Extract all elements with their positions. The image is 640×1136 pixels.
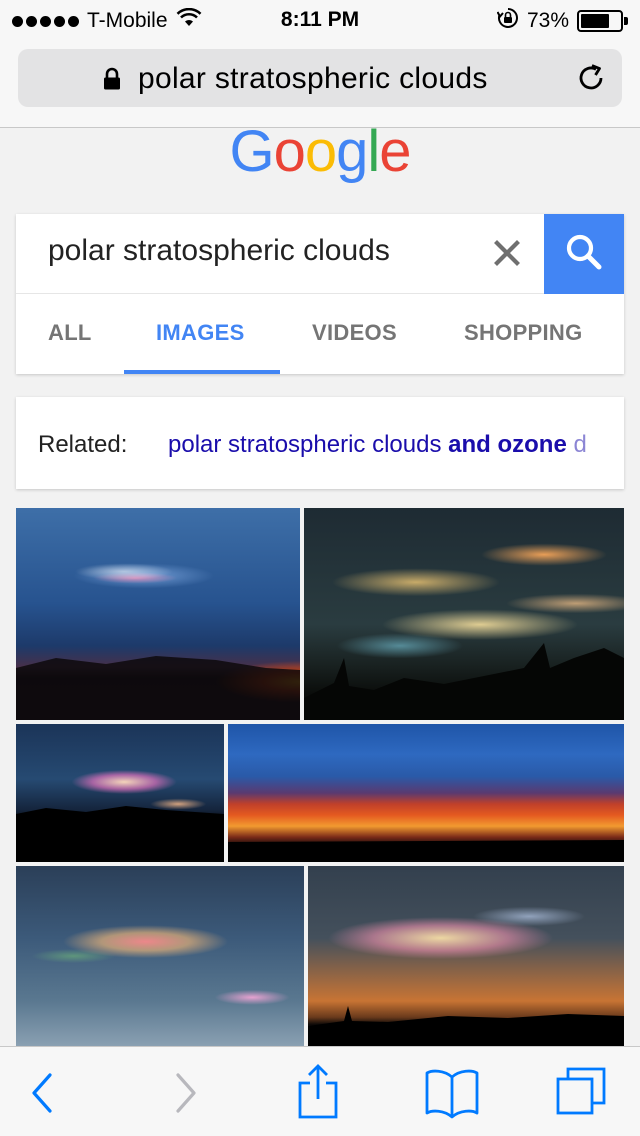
tab-all[interactable]: ALL [48,320,92,346]
status-right: 73% [496,7,628,35]
logo-letter: o [273,119,306,184]
share-icon[interactable] [296,1063,340,1124]
tabs-icon[interactable] [554,1065,610,1126]
related-card: Related: polar stratospheric clouds and … [16,397,624,489]
logo-letter: G [229,119,274,184]
status-bar: T-Mobile 8:11 PM 73% [0,0,640,40]
address-field[interactable]: polar stratospheric clouds [18,49,622,107]
image-result-3[interactable] [16,724,224,862]
rotation-lock-icon [496,7,519,35]
active-tab-indicator [124,370,280,374]
reload-icon[interactable] [576,63,606,98]
tab-shopping[interactable]: SHOPPING [464,320,583,346]
search-input[interactable]: polar stratospheric clouds [48,234,390,268]
search-tabs: ALL IMAGES VIDEOS SHOPPING [16,294,624,374]
logo-letter: o [304,119,337,184]
lock-icon [102,67,122,96]
image-result-6[interactable] [308,866,624,1046]
google-logo[interactable]: Google [0,118,640,184]
battery-percent: 73% [526,9,569,32]
related-label: Related: [38,431,128,458]
related-search-link[interactable]: polar stratospheric clouds and ozone d [168,431,587,459]
image-result-5[interactable] [16,866,304,1046]
logo-letter: l [367,119,380,184]
tab-videos[interactable]: VIDEOS [312,320,397,346]
url-bar-area: polar stratospheric clouds [0,40,640,128]
address-text: polar stratospheric clouds [138,62,488,95]
image-result-4[interactable] [228,724,624,862]
search-row: polar stratospheric clouds [16,214,624,294]
clear-icon[interactable] [492,238,522,273]
logo-letter: g [336,119,368,184]
search-card: polar stratospheric clouds ALL IMAGES VI… [16,214,624,374]
back-icon[interactable] [26,1071,60,1120]
related-link-bold: and ozone [448,431,567,458]
tab-images[interactable]: IMAGES [156,320,245,346]
forward-icon[interactable] [168,1071,202,1120]
image-result-2[interactable] [304,508,624,720]
search-icon [564,232,604,277]
bookmarks-icon[interactable] [424,1067,480,1124]
related-fade [584,397,624,489]
battery-icon [577,10,628,32]
search-button[interactable] [544,214,624,294]
bottom-toolbar [0,1046,640,1136]
related-link-prefix: polar stratospheric clouds [168,431,449,458]
image-result-1[interactable] [16,508,300,720]
logo-letter: e [379,119,411,184]
